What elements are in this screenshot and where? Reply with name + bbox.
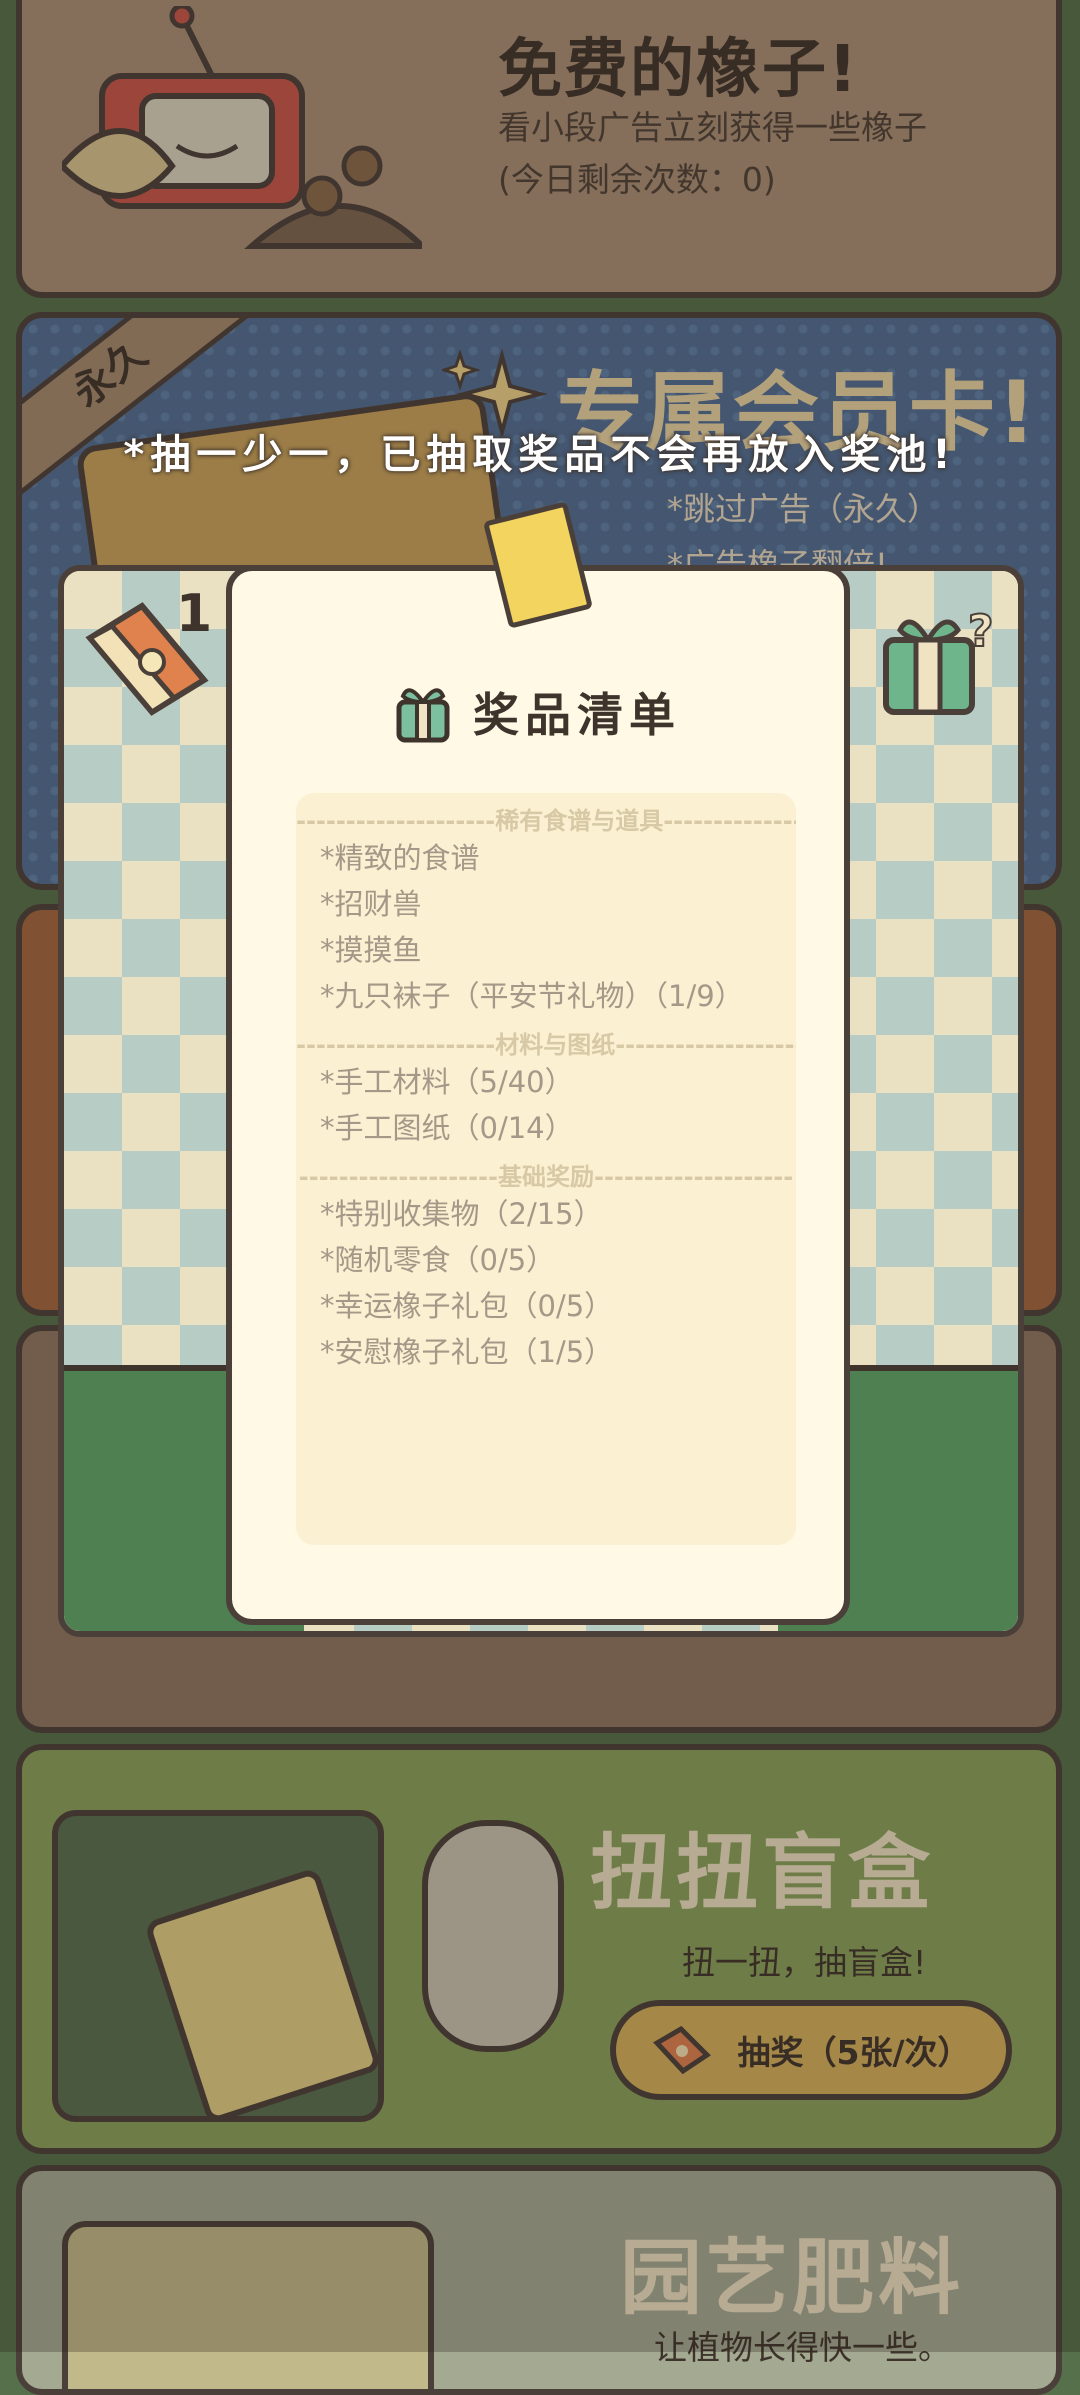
fertilizer-graphic (62, 2221, 434, 2389)
capsule-graphic (422, 1820, 564, 2052)
prize-list-paper: 奖品清单 --------------------稀有食谱与道具--------… (226, 565, 850, 1625)
prize-item: *手工图纸（0/14） (320, 1111, 574, 1145)
prize-item: *幸运橡子礼包（0/5） (320, 1289, 614, 1323)
gacha-title: 扭扭盲盒 (590, 1826, 935, 1921)
prize-item: *招财兽 (320, 887, 422, 921)
fertilizer-subtitle: 让植物长得快一些。 (654, 2328, 951, 2367)
prize-item: *随机零食（0/5） (320, 1243, 556, 1277)
prize-item: *精致的食谱 (320, 841, 480, 875)
free-acorns-title: 免费的橡子! (498, 33, 860, 107)
prize-item: *安慰橡子礼包（1/5） (320, 1335, 614, 1369)
free-acorns-card[interactable]: 免费的橡子! 看小段广告立刻获得一些橡子 (今日剩余次数：0) (16, 0, 1062, 298)
fertilizer-card[interactable]: 园艺肥料 让植物长得快一些。 (16, 2165, 1062, 2395)
gacha-blind-box-card[interactable]: 扭扭盲盒 扭一扭，抽盲盒! 抽奖（5张/次） (16, 1744, 1062, 2154)
lottery-rule-banner: *抽一少一，已抽取奖品不会再放入奖池! (123, 432, 957, 478)
prize-item: *九只袜子（平安节礼物）（1/9） (320, 979, 744, 1013)
free-acorns-desc-line: 看小段广告立刻获得一些橡子 (498, 108, 927, 147)
draw-button-label: 抽奖（5张/次） (737, 2033, 971, 2072)
fertilizer-title: 园艺肥料 (620, 2231, 965, 2326)
section-basic-heading: --------------------基础奖励----------------… (298, 1163, 794, 1191)
prize-item: *手工材料（5/40） (320, 1065, 574, 1099)
section-materials-heading: --------------------材料与图纸---------------… (296, 1031, 796, 1059)
prize-list[interactable]: --------------------稀有食谱与道具-------------… (296, 793, 796, 1545)
draw-button[interactable]: 抽奖（5张/次） (610, 2000, 1012, 2100)
svg-text:?: ? (968, 606, 994, 657)
prize-list-header: 奖品清单 (232, 679, 844, 745)
ticket-count: 1 (176, 584, 213, 644)
mystery-gift-icon: ? (883, 605, 995, 715)
section-rare-heading: --------------------稀有食谱与道具-------------… (296, 807, 796, 835)
perk-skip-ads: *跳过广告（永久） (667, 490, 940, 528)
gift-icon (396, 688, 450, 743)
prize-list-title: 奖品清单 (473, 688, 681, 742)
ticket-icon (653, 2025, 712, 2075)
gacha-subtitle: 扭一扭，抽盲盒! (682, 1943, 927, 1982)
free-acorns-description: 看小段广告立刻获得一些橡子 (今日剩余次数：0) (498, 102, 927, 206)
prize-item: *特别收集物（2/15） (320, 1197, 603, 1231)
tv-mascot-icon (62, 6, 422, 249)
prize-item: *摸摸鱼 (320, 933, 422, 967)
free-acorns-remaining: (今日剩余次数：0) (498, 160, 776, 199)
